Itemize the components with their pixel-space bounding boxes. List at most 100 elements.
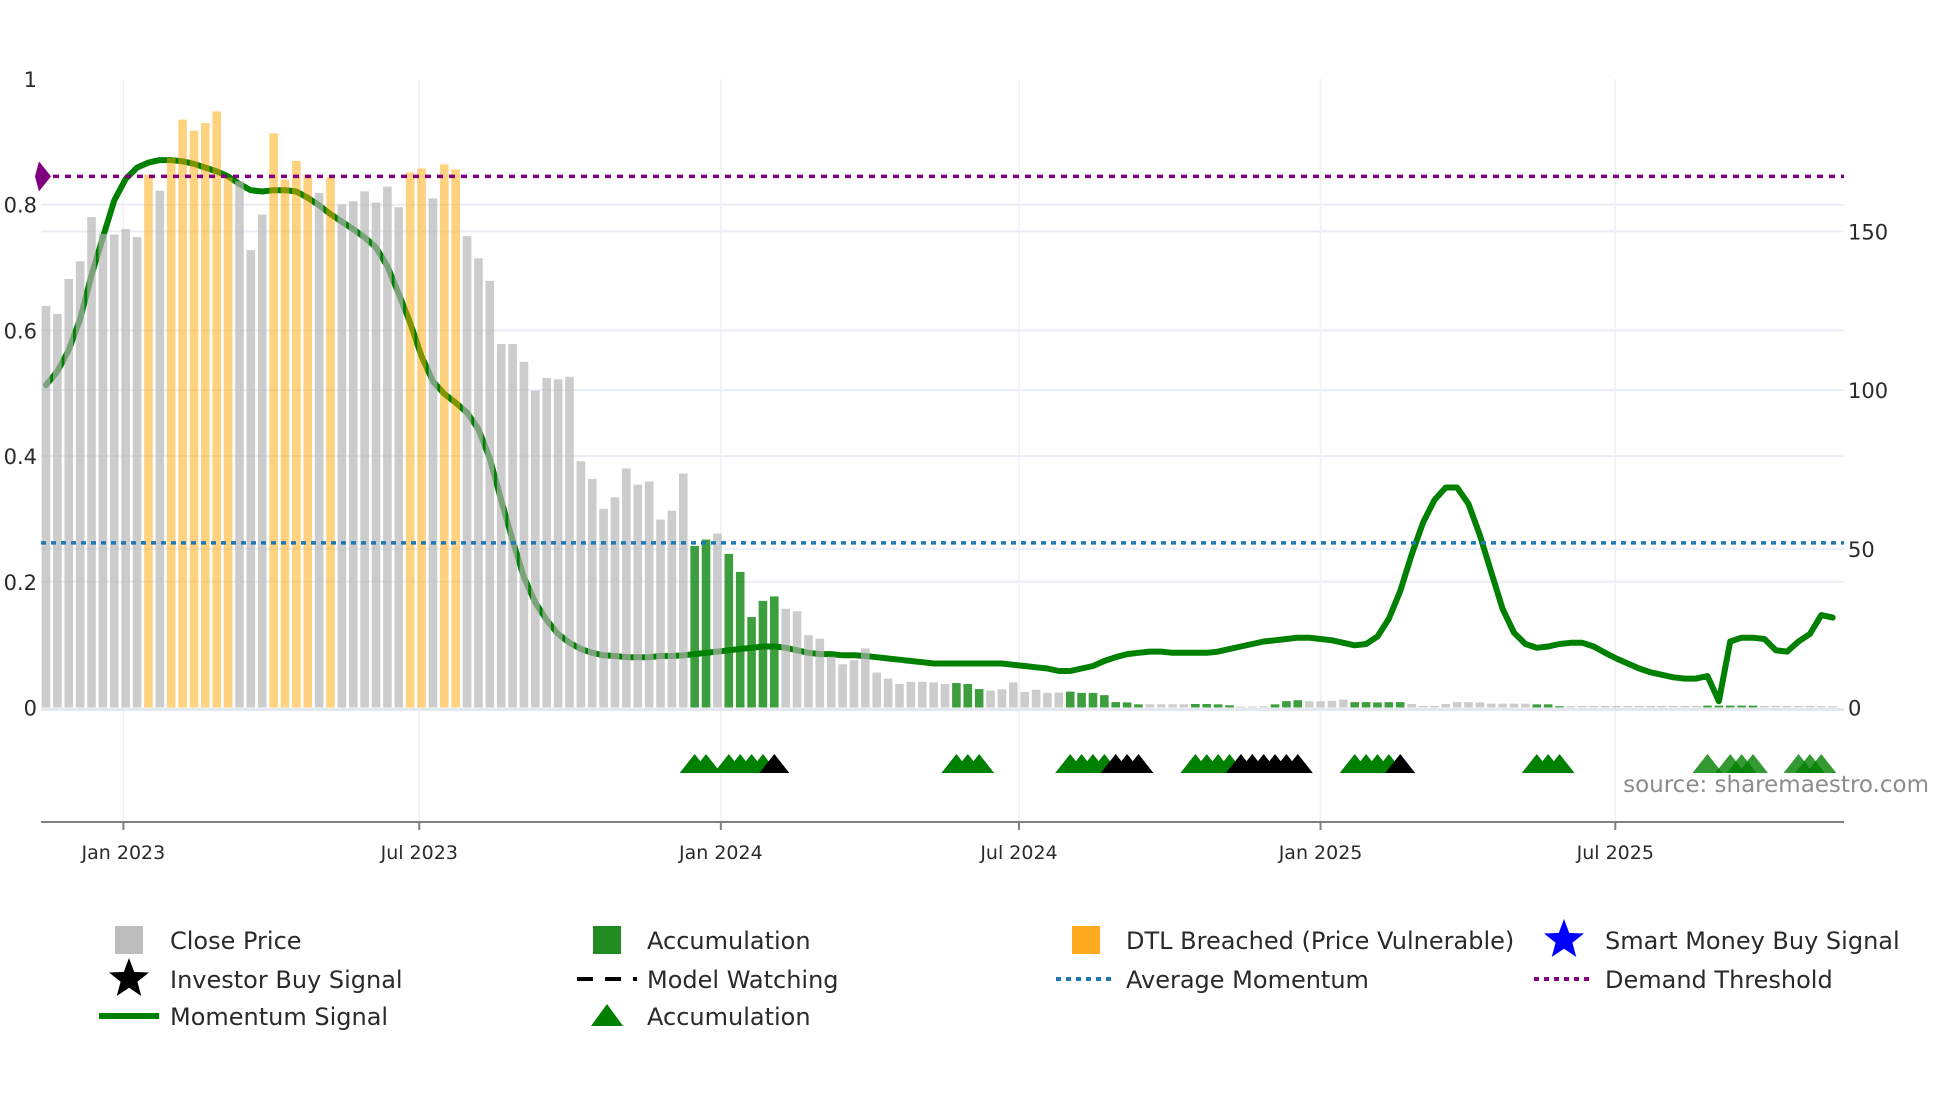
close-price-bar xyxy=(644,481,654,708)
legend-item: DTL Breached (Price Vulnerable) xyxy=(1072,926,1514,955)
close-price-bar xyxy=(1498,703,1507,708)
close-price-bar xyxy=(1452,702,1462,708)
legend-label: Average Momentum xyxy=(1126,966,1369,994)
accumulation-bar xyxy=(1555,706,1564,708)
accumulation-bar xyxy=(963,684,973,708)
dtl-breached-bar xyxy=(417,168,426,708)
legend-label: Smart Money Buy Signal xyxy=(1605,927,1900,955)
accumulation-bar xyxy=(952,683,961,708)
legend-item: Momentum Signal xyxy=(99,1003,388,1031)
legend-item: Accumulation xyxy=(591,1003,811,1031)
source-label: source: sharemaestro.com xyxy=(1623,772,1929,798)
legend-label: Momentum Signal xyxy=(170,1003,388,1031)
left-axis-tick-label: 0.4 xyxy=(4,445,37,469)
close-price-bar xyxy=(1669,705,1678,708)
close-price-bar xyxy=(1486,703,1496,708)
close-price-bar xyxy=(929,682,938,708)
close-price-bar xyxy=(1782,705,1792,708)
dtl-breached-bar xyxy=(326,177,335,708)
close-price-bar xyxy=(678,473,688,708)
accumulation-bar xyxy=(1270,704,1280,708)
close-price-bar xyxy=(792,611,802,708)
accumulation-bar xyxy=(1225,705,1234,708)
close-price-bar xyxy=(41,305,51,708)
close-price-bar xyxy=(917,681,927,708)
close-price-bar xyxy=(1589,705,1598,708)
close-price-bar xyxy=(838,664,847,708)
close-price-bar xyxy=(371,202,381,708)
close-price-bar xyxy=(883,678,893,708)
x-axis-tick-label: Jul 2023 xyxy=(380,842,458,864)
dtl-breached-bar xyxy=(269,133,278,708)
accumulation-bar xyxy=(1134,704,1143,708)
dtl-breached-bar xyxy=(212,111,221,708)
close-price-bar xyxy=(1418,705,1428,708)
close-price-bar xyxy=(1657,705,1667,708)
close-price-bar xyxy=(1521,703,1530,708)
accumulation-bar xyxy=(747,617,756,708)
accumulation-bar xyxy=(1122,702,1132,708)
close-price-bar xyxy=(1247,706,1257,708)
dtl-breached-bar xyxy=(303,174,313,708)
close-price-bar xyxy=(474,258,483,708)
close-price-bar xyxy=(1578,705,1587,708)
accumulation-bar xyxy=(1350,702,1359,708)
close-price-bar xyxy=(155,190,165,708)
accumulation-bar xyxy=(1065,691,1075,708)
x-axis-tick-label: Jul 2024 xyxy=(979,842,1057,864)
accumulation-bar xyxy=(724,553,734,708)
accumulation-bar xyxy=(735,571,745,708)
close-price-bar xyxy=(906,681,916,708)
close-price-bar xyxy=(1430,705,1439,708)
close-price-bar xyxy=(826,656,836,708)
close-price-bar xyxy=(599,508,608,708)
accumulation-bar xyxy=(1384,702,1394,708)
legend-label: Accumulation xyxy=(647,927,811,955)
close-price-bar xyxy=(1236,706,1246,708)
close-price-bar xyxy=(1168,704,1177,708)
close-price-bar xyxy=(781,608,790,708)
momentum-signal-line xyxy=(43,157,1836,705)
accumulation-bar xyxy=(701,539,711,708)
close-price-bar xyxy=(1043,692,1052,708)
left-axis-tick-label: 0.6 xyxy=(4,319,37,343)
close-price-bar xyxy=(815,638,825,708)
dtl-breached-bar xyxy=(201,123,210,708)
close-price-bar xyxy=(53,313,62,708)
legend-item: Smart Money Buy Signal xyxy=(1544,919,1900,957)
close-price-bar xyxy=(1054,692,1064,708)
close-price-bar xyxy=(804,635,813,708)
close-price-bar xyxy=(1680,705,1690,708)
close-price-bar xyxy=(314,192,324,708)
legend-label: Demand Threshold xyxy=(1605,966,1833,994)
close-price-bar xyxy=(622,468,631,708)
close-price-bar xyxy=(1760,705,1769,708)
accumulation-bar xyxy=(758,600,768,708)
close-price-bar xyxy=(1566,706,1576,708)
close-price-bar xyxy=(1009,682,1018,708)
close-price-bar xyxy=(383,186,392,708)
accumulation-bar xyxy=(1532,704,1542,708)
x-axis-tick-label: Jan 2023 xyxy=(81,842,166,864)
legend-label: Model Watching xyxy=(647,966,839,994)
left-axis-tick-label: 0 xyxy=(24,697,37,721)
legend-label: Accumulation xyxy=(647,1003,811,1031)
close-price-bar xyxy=(1691,705,1701,708)
close-price-bar xyxy=(1634,705,1644,708)
accumulation-bar xyxy=(1395,702,1405,708)
legend-item: Close Price xyxy=(115,926,302,955)
close-price-bar xyxy=(132,237,142,708)
close-price-bar xyxy=(121,229,130,708)
left-axis-tick-label: 1 xyxy=(24,68,37,92)
right-axis-tick-label: 50 xyxy=(1848,538,1875,562)
accumulation-bar xyxy=(974,689,984,708)
close-price-bar xyxy=(1475,702,1485,708)
accumulation-bar xyxy=(1543,704,1553,708)
close-price-bar xyxy=(1031,689,1041,708)
close-price-bar xyxy=(64,278,74,708)
close-price-bar xyxy=(986,690,995,708)
close-price-bar xyxy=(337,204,347,708)
x-axis-tick-label: Jul 2025 xyxy=(1576,842,1654,864)
close-price-bar xyxy=(1816,706,1826,708)
dtl-breached-bar xyxy=(144,174,153,708)
